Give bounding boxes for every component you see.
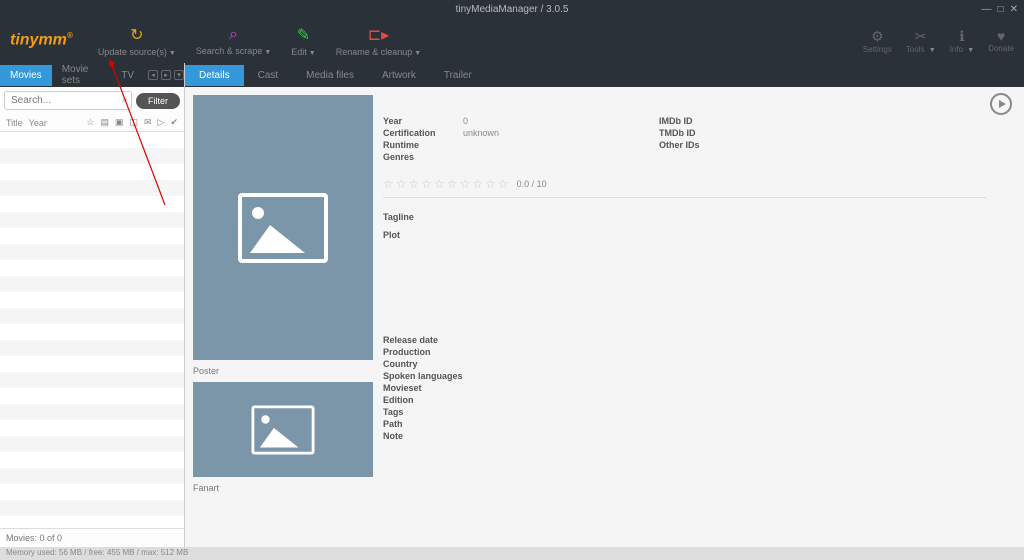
poster-caption: Poster: [193, 366, 373, 376]
filter-button[interactable]: Filter: [136, 93, 180, 109]
maximize-icon[interactable]: □: [998, 4, 1004, 15]
country-label: Country: [383, 359, 463, 369]
left-panel: Movies Movie sets TV ◂ ▸ ▾ ⌕ Filter Titl…: [0, 63, 185, 547]
languages-label: Spoken languages: [383, 371, 463, 381]
gear-icon: ⚙: [871, 28, 884, 45]
app-logo: tinymm®: [10, 31, 73, 49]
tab-media-files[interactable]: Media files: [292, 65, 368, 86]
chevron-down-icon: ▼: [414, 50, 421, 57]
star-icon: ☆: [383, 177, 394, 191]
imdb-label: IMDb ID: [659, 116, 739, 126]
nfo-icon[interactable]: ▤: [100, 117, 109, 128]
plot-label: Plot: [383, 230, 400, 240]
runtime-label: Runtime: [383, 140, 463, 150]
path-label: Path: [383, 419, 463, 429]
chevron-down-icon: ▼: [169, 50, 176, 57]
subtitle-icon[interactable]: ◫: [129, 117, 138, 128]
refresh-icon: ↻: [130, 25, 143, 45]
tab-details[interactable]: Details: [185, 65, 244, 86]
info-icon: ℹ: [959, 28, 964, 45]
col-year[interactable]: Year: [29, 118, 47, 128]
search-scrape-button[interactable]: ⌕ Search & scrape▼: [196, 26, 271, 56]
edit-button[interactable]: ✎ Edit▼: [291, 25, 315, 57]
image-icon[interactable]: ▣: [115, 117, 124, 128]
image-placeholder-icon: [252, 405, 315, 454]
rating-stars: ☆☆☆☆☆☆☆☆☆☆ 0.0 / 10: [383, 171, 986, 198]
rename-icon: ⊏▸: [368, 25, 389, 45]
rating-text: 0.0 / 10: [517, 179, 547, 189]
col-title[interactable]: Title: [6, 118, 23, 128]
tab-next-icon[interactable]: ▸: [161, 70, 171, 80]
tagline-label: Tagline: [383, 212, 414, 222]
image-placeholder-icon: [238, 193, 328, 263]
status-bar: Memory used: 56 MB / free: 455 MB / max:…: [0, 547, 1024, 560]
rename-cleanup-button[interactable]: ⊏▸ Rename & cleanup▼: [336, 25, 422, 57]
fanart-placeholder[interactable]: [193, 382, 373, 477]
tab-movies[interactable]: Movies: [0, 65, 52, 86]
poster-placeholder[interactable]: [193, 95, 373, 360]
minimize-icon[interactable]: —: [982, 4, 992, 15]
tab-artwork[interactable]: Artwork: [368, 65, 430, 86]
donate-button[interactable]: ♥ Donate: [988, 28, 1014, 54]
movieset-label: Movieset: [383, 383, 463, 393]
star-icon[interactable]: ☆: [86, 117, 94, 128]
play-button[interactable]: [990, 93, 1012, 115]
detail-panel: Details Cast Media files Artwork Trailer…: [185, 63, 1024, 547]
tools-icon: ✂: [915, 28, 927, 45]
note-label: Note: [383, 431, 463, 441]
tab-cast[interactable]: Cast: [244, 65, 293, 86]
chevron-down-icon: ▼: [309, 50, 316, 57]
tab-trailer[interactable]: Trailer: [430, 65, 486, 86]
tmdb-label: TMDb ID: [659, 128, 739, 138]
genres-label: Genres: [383, 152, 463, 162]
search-icon[interactable]: ⌕: [122, 94, 128, 107]
tab-list-icon[interactable]: ▾: [174, 70, 184, 80]
list-header: Title Year ☆ ▤ ▣ ◫ ✉ ▷ ✔: [0, 114, 184, 132]
magnify-icon: ⌕: [229, 26, 238, 44]
edition-label: Edition: [383, 395, 463, 405]
search-input[interactable]: [4, 91, 132, 110]
certification-value: unknown: [463, 128, 499, 138]
heart-icon: ♥: [997, 28, 1005, 44]
tags-label: Tags: [383, 407, 463, 417]
certification-label: Certification: [383, 128, 463, 138]
main-toolbar: tinymm® ↻ Update source(s)▼ ⌕ Search & s…: [0, 18, 1024, 63]
window-titlebar: tinyMediaManager / 3.0.5 — □ ✕: [0, 0, 1024, 18]
tab-tv[interactable]: TV: [111, 65, 144, 86]
play-col-icon[interactable]: ▷: [158, 117, 165, 128]
year-value: 0: [463, 116, 468, 126]
movie-list[interactable]: [0, 132, 184, 528]
update-sources-button[interactable]: ↻ Update source(s)▼: [98, 25, 176, 57]
production-label: Production: [383, 347, 463, 357]
pencil-icon: ✎: [297, 25, 310, 45]
check-icon[interactable]: ✔: [170, 117, 178, 128]
chat-icon[interactable]: ✉: [144, 117, 152, 128]
fanart-caption: Fanart: [193, 483, 373, 493]
tools-button[interactable]: ✂ Tools ▼: [906, 28, 936, 54]
chevron-down-icon: ▼: [264, 49, 271, 56]
year-label: Year: [383, 116, 463, 126]
release-date-label: Release date: [383, 335, 463, 345]
settings-button[interactable]: ⚙ Settings: [863, 28, 892, 54]
close-icon[interactable]: ✕: [1010, 4, 1018, 15]
info-button[interactable]: ℹ Info ▼: [950, 28, 975, 54]
list-footer: Movies: 0 of 0: [0, 528, 184, 547]
otherids-label: Other IDs: [659, 140, 739, 150]
tab-prev-icon[interactable]: ◂: [148, 70, 158, 80]
window-title: tinyMediaManager / 3.0.5: [456, 4, 569, 15]
